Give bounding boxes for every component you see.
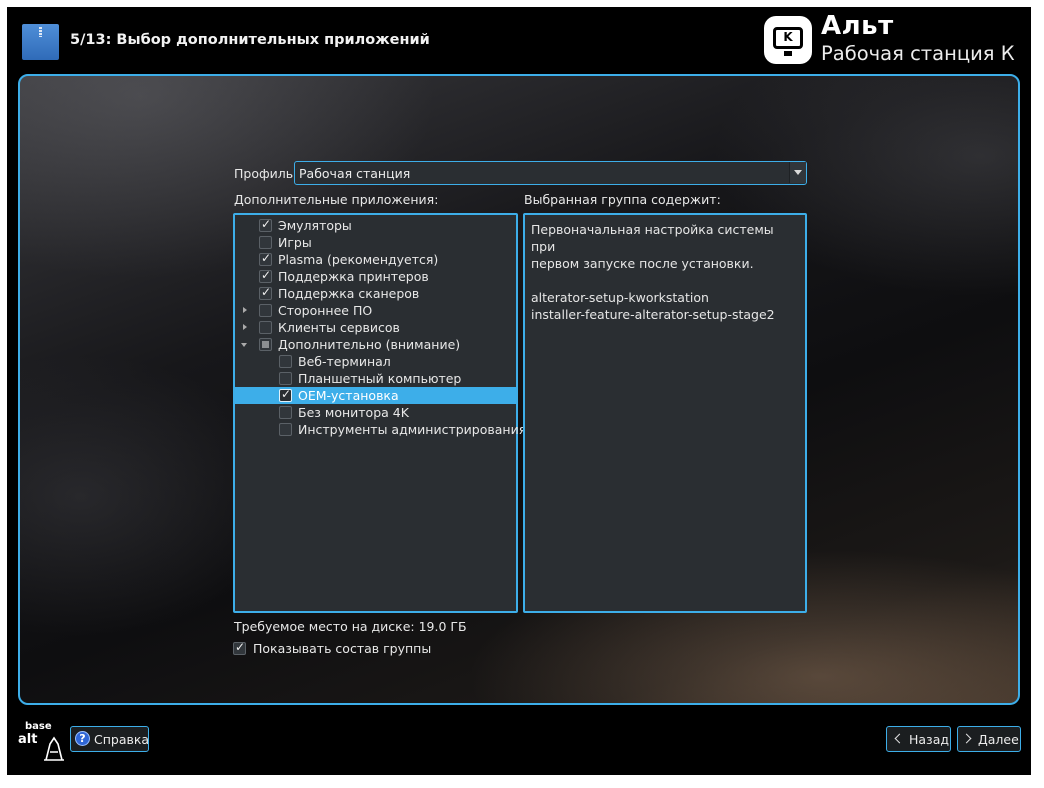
help-button-label: Справка xyxy=(94,732,150,747)
tree-item-label: OEM-установка xyxy=(298,388,399,403)
tree-item[interactable]: OEM-установка xyxy=(235,387,516,404)
installer-window: 5/13: Выбор дополнительных приложений K … xyxy=(7,7,1031,775)
tree-item[interactable]: Без монитора 4K xyxy=(235,404,516,421)
main-panel: Профиль: Рабочая станция Дополнительные … xyxy=(18,74,1020,705)
tree-item-checkbox[interactable] xyxy=(259,268,272,283)
profile-select[interactable]: Рабочая станция xyxy=(294,161,807,185)
group-label: Выбранная группа содержит: xyxy=(524,192,721,207)
basealt-logo: base alt xyxy=(18,721,66,761)
tree-item-checkbox[interactable] xyxy=(259,321,272,334)
apps-tree[interactable]: Эмуляторы Игры Plasma (рекомендуется) Подде… xyxy=(233,213,526,613)
tree-item-label: Стороннее ПО xyxy=(278,303,373,318)
step-archive-icon xyxy=(22,24,59,60)
tree-item[interactable]: Поддержка сканеров xyxy=(235,285,516,302)
tree-item[interactable]: Клиенты сервисов xyxy=(235,319,516,336)
tree-item[interactable]: Поддержка принтеров xyxy=(235,268,516,285)
tree-item[interactable]: Планшетный компьютер xyxy=(235,370,516,387)
show-group-check-icon[interactable] xyxy=(233,640,246,655)
help-icon: ? xyxy=(75,731,90,746)
profile-label: Профиль: xyxy=(234,166,298,181)
tree-item[interactable]: Веб-терминал xyxy=(235,353,516,370)
tree-item-label: Веб-терминал xyxy=(298,354,391,369)
help-button[interactable]: ? Справка xyxy=(70,726,149,752)
tree-item-label: Plasma (рекомендуется) xyxy=(278,252,439,267)
tree-item-checkbox[interactable] xyxy=(259,236,272,249)
tree-item-label: Инструменты администрирования xyxy=(298,422,527,437)
tree-item-checkbox[interactable] xyxy=(279,406,292,419)
brand-name: Альт xyxy=(821,11,894,41)
tree-item[interactable]: Дополнительно (внимание) xyxy=(235,336,516,353)
tree-item-checkbox[interactable] xyxy=(279,387,292,402)
profile-select-value: Рабочая станция xyxy=(299,166,411,181)
tree-item-checkbox[interactable] xyxy=(259,251,272,266)
tree-item-checkbox[interactable] xyxy=(279,355,292,368)
tree-item-label: Планшетный компьютер xyxy=(298,371,462,386)
tree-item[interactable]: Plasma (рекомендуется) xyxy=(235,251,516,268)
penguin-icon xyxy=(44,736,64,761)
brand-logo-letter: K xyxy=(783,30,793,44)
tree-item[interactable]: Стороннее ПО xyxy=(235,302,516,319)
tree-item-label: Игры xyxy=(278,235,312,250)
tree-item-checkbox[interactable] xyxy=(259,285,272,300)
disk-space-label: Требуемое место на диске: 19.0 ГБ xyxy=(234,619,467,634)
apps-label: Дополнительные приложения: xyxy=(234,192,439,207)
next-button[interactable]: Далее xyxy=(957,726,1021,752)
basealt-logo-bottom: alt xyxy=(18,732,38,747)
back-button-label: Назад xyxy=(909,732,950,747)
tree-item-label: Поддержка сканеров xyxy=(278,286,420,301)
chevron-down-icon[interactable] xyxy=(239,336,251,353)
tree-item-label: Без монитора 4K xyxy=(298,405,409,420)
brand-edition: Рабочая станция К xyxy=(821,42,1015,65)
next-button-label: Далее xyxy=(978,732,1019,747)
tree-item-label: Дополнительно (внимание) xyxy=(278,337,461,352)
back-button[interactable]: Назад xyxy=(886,726,951,752)
tree-item-checkbox[interactable] xyxy=(259,338,272,351)
chevron-right-icon xyxy=(961,733,972,744)
tree-item-checkbox[interactable] xyxy=(279,423,292,436)
tree-item-checkbox[interactable] xyxy=(259,304,272,317)
tree-item[interactable]: Эмуляторы xyxy=(235,217,516,234)
chevron-left-icon xyxy=(894,733,905,744)
tree-item-label: Клиенты сервисов xyxy=(278,320,400,335)
brand-monitor-logo-icon: K xyxy=(764,16,812,64)
basealt-logo-top: base xyxy=(25,721,52,732)
dropdown-arrow-icon[interactable] xyxy=(789,162,806,183)
tree-item[interactable]: Инструменты администрирования xyxy=(235,421,526,438)
tree-item-checkbox[interactable] xyxy=(259,217,272,232)
show-group-label: Показывать состав группы xyxy=(253,641,432,656)
tree-item-label: Эмуляторы xyxy=(278,218,352,233)
group-description-panel: Первоначальная настройка системы при пер… xyxy=(523,213,807,613)
tree-item-checkbox[interactable] xyxy=(279,372,292,385)
chevron-right-icon[interactable] xyxy=(239,319,251,336)
tree-item[interactable]: Игры xyxy=(235,234,516,251)
chevron-right-icon[interactable] xyxy=(239,302,251,319)
tree-item-label: Поддержка принтеров xyxy=(278,269,429,284)
group-description: Первоначальная настройка системы при пер… xyxy=(531,222,775,322)
step-title: 5/13: Выбор дополнительных приложений xyxy=(70,32,430,48)
